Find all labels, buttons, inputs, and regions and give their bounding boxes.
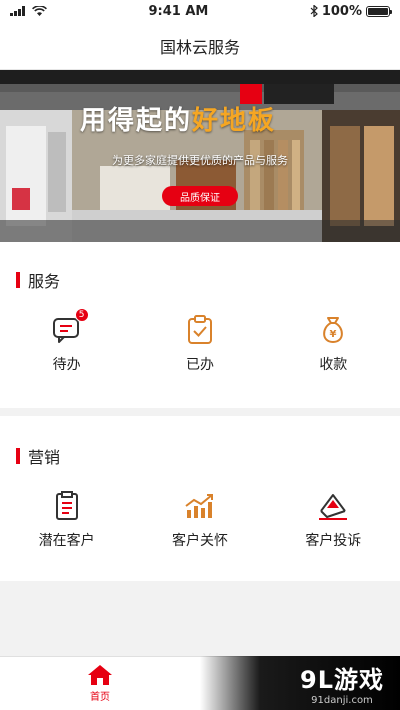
marketing-item-complaints[interactable]: 客户投诉: [267, 490, 400, 550]
battery-icon: [366, 5, 392, 17]
money-bag-icon: ¥: [317, 314, 349, 346]
service-section: 服务 5 待办 已办 ¥ 收款: [0, 242, 400, 408]
signal-icon: [10, 6, 25, 16]
marketing-grid: 潜在客户 客户关怀 客户投诉: [0, 490, 400, 550]
document-list-icon: [51, 490, 83, 522]
page-title: 国林云服务: [159, 37, 240, 57]
status-right-group: 100%: [310, 3, 392, 19]
promo-banner[interactable]: 用得起的好地板 为更多家庭提供更优质的产品与服务 品质保证: [0, 70, 400, 242]
banner-subtitle: 为更多家庭提供更优质的产品与服务: [112, 154, 288, 167]
service-item-payment[interactable]: ¥ 收款: [267, 314, 400, 374]
service-item-done[interactable]: 已办: [133, 314, 266, 374]
marketing-item-care[interactable]: 客户关怀: [133, 490, 266, 550]
marketing-item-label: 客户投诉: [305, 533, 362, 549]
clipboard-check-icon: [184, 314, 216, 346]
service-item-label: 待办: [52, 357, 81, 373]
signal-group: [10, 5, 47, 17]
site-watermark: 9L游戏 91danji.com: [200, 656, 400, 710]
service-section-title: 服务: [28, 272, 61, 291]
section-accent-bar: [16, 272, 20, 288]
banner-headline-main: 用得起的: [80, 106, 193, 136]
marketing-item-label: 潜在客户: [38, 533, 95, 549]
banner-headline-highlight: 好地板: [192, 106, 277, 136]
marketing-section-header: 营销: [0, 444, 400, 468]
todo-chat-icon: 5: [51, 308, 89, 346]
growth-chart-icon: [184, 490, 216, 522]
bluetooth-icon: [310, 5, 318, 17]
home-icon: [88, 665, 112, 685]
battery-percent: 100%: [321, 3, 362, 19]
banner-headline: 用得起的好地板: [80, 100, 276, 137]
section-accent-bar: [16, 448, 20, 464]
svg-text:¥: ¥: [330, 329, 337, 340]
todo-count-badge: 5: [74, 308, 89, 322]
service-grid: 5 待办 已办 ¥ 收款: [0, 308, 400, 374]
marketing-item-label: 客户关怀: [171, 533, 228, 549]
service-item-todo[interactable]: 5 待办: [0, 308, 133, 374]
marketing-item-prospects[interactable]: 潜在客户: [0, 490, 133, 550]
quality-badge: 品质保证: [162, 186, 238, 206]
watermark-main-text: 9L游戏: [300, 666, 384, 694]
marketing-section: 营销 潜在客户 客户关怀 客户投诉: [0, 416, 400, 581]
complaint-note-icon: [317, 490, 349, 522]
watermark-sub-text: 91danji.com: [311, 695, 373, 706]
service-item-label: 已办: [185, 357, 214, 373]
tab-home[interactable]: 首页: [0, 657, 200, 710]
wifi-icon: [32, 5, 47, 16]
status-bar: 9:41 AM 100%: [0, 0, 400, 22]
service-section-header: 服务: [0, 268, 400, 292]
empty-content-area: [0, 581, 400, 663]
marketing-section-title: 营销: [28, 448, 61, 467]
status-time: 9:41 AM: [148, 3, 209, 19]
nav-bar: 国林云服务: [0, 22, 400, 70]
service-item-label: 收款: [319, 357, 348, 373]
tab-home-label: 首页: [90, 692, 110, 703]
